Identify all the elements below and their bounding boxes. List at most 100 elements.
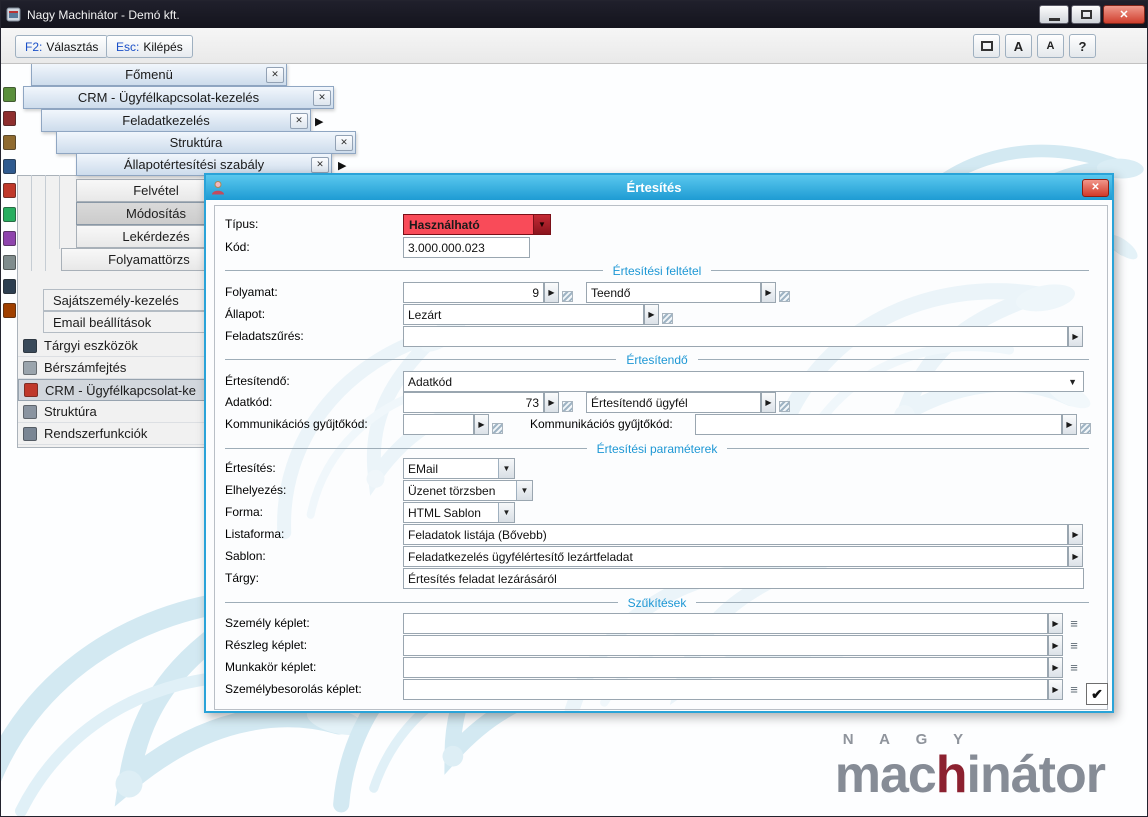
module-icon-8[interactable]: [3, 255, 16, 270]
close-button[interactable]: ✕: [1103, 5, 1145, 24]
tipus-dropdown-icon[interactable]: ▼: [533, 215, 550, 234]
reszleg-keplet-formula-icon[interactable]: ≡: [1067, 638, 1081, 653]
module-icon-4[interactable]: [3, 159, 16, 174]
feladatszures-input[interactable]: [403, 326, 1068, 347]
folyamat-nev-picker-button[interactable]: ▶: [761, 282, 776, 303]
ertesites-select[interactable]: EMail ▼: [403, 458, 515, 479]
folyamat-kod-input[interactable]: [403, 282, 544, 303]
kommgyujto-grip-button[interactable]: [492, 423, 503, 434]
munkakor-keplet-formula-icon[interactable]: ≡: [1067, 660, 1081, 675]
kommgyujto-label: Kommunikációs gyűjtőkód:: [225, 417, 368, 431]
folyamat-grip-button[interactable]: [562, 291, 573, 302]
adatkod-input[interactable]: [403, 392, 544, 413]
feladatkezeles-close-button[interactable]: ✕: [290, 113, 308, 129]
allapot-grip-button[interactable]: [662, 313, 673, 324]
esc-exit-button[interactable]: Esc: Kilépés: [106, 35, 193, 58]
module-icon-9[interactable]: [3, 279, 16, 294]
elhelyezes-select[interactable]: Üzenet törzsben ▼: [403, 480, 533, 501]
module-icon-10[interactable]: [3, 303, 16, 318]
sidebar-item-targyi-eszkozok[interactable]: Tárgyi eszközök: [18, 335, 208, 357]
adatkod-nev-picker-button[interactable]: ▶: [761, 392, 776, 413]
module-icon-1[interactable]: [3, 87, 16, 102]
szemelybesorolas-keplet-input[interactable]: [403, 679, 1048, 700]
feladatszures-picker-button[interactable]: ▶: [1068, 326, 1083, 347]
kod-input[interactable]: [403, 237, 530, 258]
reszleg-keplet-picker-button[interactable]: ▶: [1048, 635, 1063, 656]
accept-button[interactable]: ✔: [1086, 683, 1108, 705]
reszleg-keplet-label: Részleg képlet:: [225, 638, 307, 652]
adatkod-nev-grip-button[interactable]: [779, 401, 790, 412]
allapot-picker-button[interactable]: ▶: [644, 304, 659, 325]
kommgyujto-input[interactable]: [403, 414, 474, 435]
window-bar-fomenu[interactable]: Főmenü ✕: [31, 63, 287, 86]
kommgyujto2-input[interactable]: [695, 414, 1062, 435]
module-icon-6[interactable]: [3, 207, 16, 222]
szemely-keplet-picker-button[interactable]: ▶: [1048, 613, 1063, 634]
dialog-close-button[interactable]: ✕: [1082, 179, 1109, 197]
sidebar-item-crm[interactable]: CRM - Ügyfélkapcsolat-ke: [18, 379, 208, 401]
dropdown-icon[interactable]: ▼: [498, 503, 514, 522]
sidebar-item-berszamfejtes[interactable]: Bérszámfejtés: [18, 357, 208, 379]
szemelybesorolas-keplet-picker-button[interactable]: ▶: [1048, 679, 1063, 700]
adatkod-nev-input[interactable]: [586, 392, 761, 413]
fomenu-close-button[interactable]: ✕: [266, 67, 284, 83]
kommgyujto2-picker-button[interactable]: ▶: [1062, 414, 1077, 435]
panel-edge-line: [59, 175, 60, 249]
dropdown-icon[interactable]: ▼: [516, 481, 532, 500]
allapot-close-button[interactable]: ✕: [311, 157, 329, 173]
module-icon-7[interactable]: [3, 231, 16, 246]
szemely-keplet-input[interactable]: [403, 613, 1048, 634]
adatkod-picker-button[interactable]: ▶: [544, 392, 559, 413]
font-increase-button[interactable]: A: [1005, 34, 1032, 58]
ertesites-dialog: Értesítés ✕ Típus: Használható ▼ Kód: Ér…: [204, 173, 1114, 713]
arrow-right-icon: ▶: [765, 288, 771, 297]
reszleg-keplet-input[interactable]: [403, 635, 1048, 656]
module-icon-3[interactable]: [3, 135, 16, 150]
folyamat-nev-input[interactable]: [586, 282, 761, 303]
szemely-keplet-formula-icon[interactable]: ≡: [1067, 616, 1081, 631]
sablon-input[interactable]: [403, 546, 1068, 567]
listaforma-picker-button[interactable]: ▶: [1068, 524, 1083, 545]
window-bar-crm[interactable]: CRM - Ügyfélkapcsolat-kezelés ✕: [23, 86, 334, 109]
listaforma-input[interactable]: [403, 524, 1068, 545]
folyamat-picker-button[interactable]: ▶: [544, 282, 559, 303]
menu-item-sajatszemely[interactable]: Sajátszemély-kezelés: [43, 289, 207, 311]
dropdown-icon[interactable]: ▼: [498, 459, 514, 478]
sablon-picker-button[interactable]: ▶: [1068, 546, 1083, 567]
module-icon-5[interactable]: [3, 183, 16, 198]
szemelybesorolas-keplet-formula-icon[interactable]: ≡: [1067, 682, 1081, 697]
square-icon: [981, 41, 993, 51]
close-icon: ✕: [1119, 8, 1128, 21]
kommgyujto-picker-button[interactable]: ▶: [474, 414, 489, 435]
arrow-right-icon: ▶: [1052, 663, 1058, 672]
targy-label: Tárgy:: [225, 571, 259, 585]
minimize-button[interactable]: [1039, 5, 1069, 24]
elhelyezes-label: Elhelyezés:: [225, 483, 286, 497]
kommgyujto2-grip-button[interactable]: [1080, 423, 1091, 434]
munkakor-keplet-input[interactable]: [403, 657, 1048, 678]
window-bar-struktura[interactable]: Struktúra ✕: [56, 131, 356, 154]
arrow-right-icon: ▶: [1052, 641, 1058, 650]
munkakor-keplet-picker-button[interactable]: ▶: [1048, 657, 1063, 678]
forma-label: Forma:: [225, 505, 263, 519]
font-decrease-button[interactable]: A: [1037, 34, 1064, 58]
maximize-button[interactable]: [1071, 5, 1101, 24]
close-icon: ✕: [318, 92, 326, 103]
ertesitendo-select[interactable]: Adatkód ▼: [403, 371, 1084, 392]
sidebar-item-struktura[interactable]: Struktúra: [18, 401, 208, 423]
f2-select-button[interactable]: F2: Választás: [15, 35, 108, 58]
crm-close-button[interactable]: ✕: [313, 90, 331, 106]
sidebar-item-rendszerfunkciok[interactable]: Rendszerfunkciók: [18, 423, 208, 445]
window-mode-button[interactable]: [973, 34, 1000, 58]
allapot-input[interactable]: [403, 304, 644, 325]
targy-input[interactable]: [403, 568, 1084, 589]
menu-item-email-beallitasok[interactable]: Email beállítások: [43, 311, 207, 333]
adatkod-grip-button[interactable]: [562, 401, 573, 412]
forma-select[interactable]: HTML Sablon ▼: [403, 502, 515, 523]
folyamat-nev-grip-button[interactable]: [779, 291, 790, 302]
module-icon-2[interactable]: [3, 111, 16, 126]
window-bar-feladatkezeles[interactable]: Feladatkezelés ✕: [41, 109, 311, 132]
help-button[interactable]: ?: [1069, 34, 1096, 58]
tipus-select[interactable]: Használható ▼: [403, 214, 551, 235]
struktura-close-button[interactable]: ✕: [335, 135, 353, 151]
